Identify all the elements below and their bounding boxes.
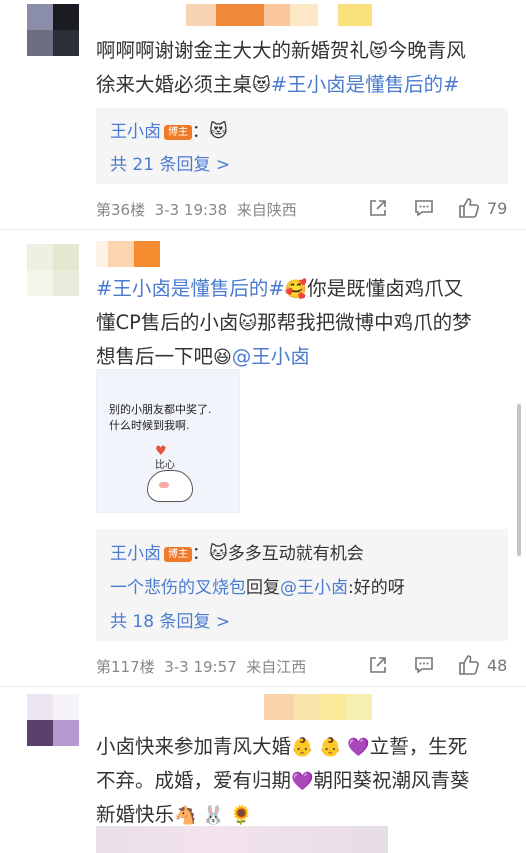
emoji-icon: 🐱 <box>238 313 258 334</box>
avatar[interactable] <box>27 244 79 296</box>
reply-box: 王小卤 博主 ：😻 共 21 条回复 > <box>96 108 508 184</box>
username-mosaic[interactable] <box>96 241 160 267</box>
mention-link[interactable]: @王小卤 <box>232 345 310 368</box>
scrollbar[interactable] <box>517 404 521 556</box>
like-button[interactable] <box>458 654 480 676</box>
cartoon-cheek <box>159 482 169 488</box>
share-icon[interactable] <box>368 198 388 218</box>
comment-location: 来自江西 <box>246 658 307 676</box>
floor-number: 第36楼 <box>96 201 146 219</box>
comment-icon[interactable] <box>414 655 434 675</box>
comment-text: #王小卤是懂售后的#🥰你是既懂卤鸡爪又 懂CP售后的小卤🐱那帮我把微博中鸡爪的梦… <box>96 272 516 374</box>
emoji-icon: 👶 👶 💜 <box>291 737 370 758</box>
reply-username[interactable]: 一个悲伤的叉烧包 <box>110 578 246 598</box>
comment-text: 小卤快来参加青风大婚👶 👶 💜立誓，生死 不弃。成婚，爱有归期💜朝阳葵祝潮风青葵… <box>96 730 516 832</box>
emoji-icon: 😻 <box>209 121 228 142</box>
mention-link[interactable]: @王小卤 <box>280 578 348 598</box>
more-replies-link[interactable]: 共 18 条回复 > <box>110 612 230 632</box>
like-count: 48 <box>487 656 508 675</box>
reply-username[interactable]: 王小卤 <box>110 544 161 564</box>
image-caption: 比心 <box>155 460 175 471</box>
blogger-badge: 博主 <box>164 547 192 562</box>
emoji-icon: 😻 <box>369 41 388 62</box>
image-text: 别的小朋友都中奖了. 什么时候到我啊. <box>109 403 212 432</box>
floor-number: 第117楼 <box>96 658 155 676</box>
like-count: 79 <box>487 199 508 218</box>
more-replies-link[interactable]: 共 21 条回复 > <box>110 155 230 175</box>
comment-date: 3-3 19:38 <box>154 201 228 219</box>
share-icon[interactable] <box>368 655 388 675</box>
comment-date: 3-3 19:57 <box>164 658 237 676</box>
comment-image[interactable] <box>96 826 388 853</box>
comment-meta: 第117楼 3-3 19:57 来自江西 <box>96 656 306 677</box>
blogger-badge: 博主 <box>164 125 192 140</box>
divider <box>0 686 526 687</box>
reply-username[interactable]: 王小卤 <box>110 122 161 142</box>
emoji-icon: 🐱 <box>209 543 228 564</box>
avatar[interactable] <box>27 4 79 56</box>
reply-box: 王小卤 博主 ：🐱多多互动就有机会 一个悲伤的叉烧包回复@王小卤:好的呀 共 18 … <box>96 529 508 641</box>
username-mosaic[interactable] <box>186 4 372 26</box>
comment-icon[interactable] <box>414 198 434 218</box>
topic-link[interactable]: #王小卤是懂售后的# <box>96 277 285 300</box>
emoji-icon: 😻 <box>252 75 271 96</box>
cartoon-figure <box>147 470 193 502</box>
divider <box>0 229 526 230</box>
username-mosaic[interactable] <box>264 694 372 720</box>
comment-meta: 第36楼 3-3 19:38 来自陕西 <box>96 199 297 220</box>
comment-image[interactable]: 别的小朋友都中奖了. 什么时候到我啊. ♥ 比心 <box>96 369 240 513</box>
emoji-icon: 🥰 <box>284 279 308 300</box>
comment-location: 来自陕西 <box>236 201 297 219</box>
emoji-icon: 💜 <box>291 771 314 792</box>
comment-text: 啊啊啊谢谢金主大大的新婚贺礼😻今晚青风 徐来大婚必须主桌😻#王小卤是懂售后的# <box>96 34 516 102</box>
like-button[interactable] <box>458 197 480 219</box>
avatar[interactable] <box>27 694 79 746</box>
topic-link[interactable]: #王小卤是懂售后的# <box>271 73 460 96</box>
